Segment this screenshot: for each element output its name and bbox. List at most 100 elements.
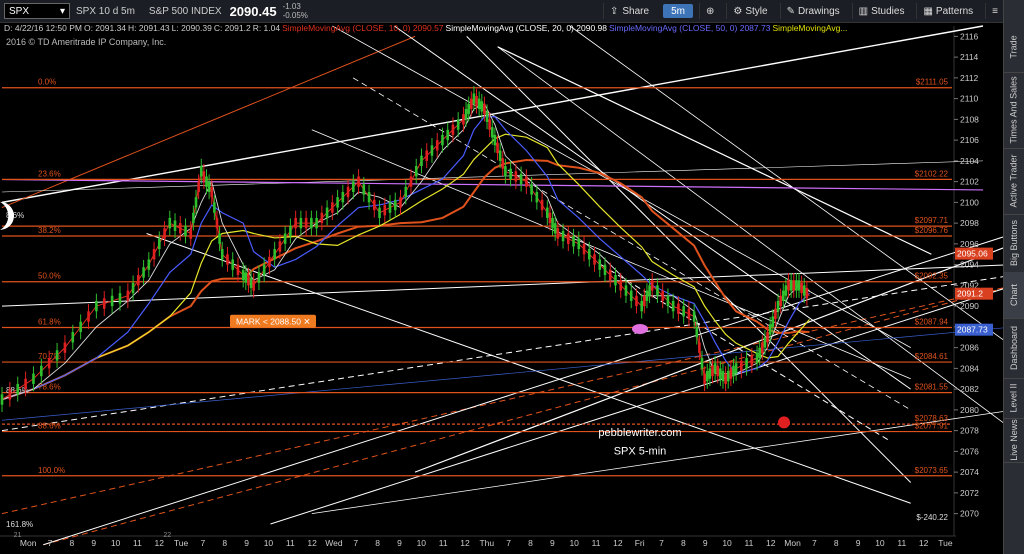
tab-level-ii[interactable]: Level II [1004, 378, 1024, 419]
x-tick-label: 9 [703, 538, 708, 548]
candle-body [310, 217, 313, 229]
share-button[interactable]: ⇪ Share [602, 3, 655, 19]
tab-dashboard[interactable]: Dashboard [1004, 318, 1024, 379]
candle-body [213, 202, 216, 213]
tab-chart[interactable]: Chart [1004, 272, 1024, 319]
candle-body [566, 233, 570, 244]
candle-body [548, 212, 552, 224]
patterns-button[interactable]: ▦ Patterns [916, 3, 979, 19]
tab-live-news[interactable]: Live News [1004, 418, 1024, 463]
candle-body [648, 285, 651, 296]
drawings-label: Drawings [797, 5, 840, 17]
candle-body [55, 350, 59, 361]
candle-body [388, 202, 392, 213]
timeframe-button[interactable]: 5m [663, 4, 693, 18]
x-tick-label: 9 [91, 538, 96, 548]
candle-body [137, 275, 140, 286]
studies-button[interactable]: ▥ Studies [851, 3, 911, 19]
fib-level-label: 38.2% [38, 226, 61, 235]
studies-icon: ▥ [858, 5, 869, 17]
x-tick-label: 7 [659, 538, 664, 548]
candle-body [425, 150, 429, 161]
candle-body [661, 290, 664, 301]
candle-body [189, 228, 193, 239]
candle-body [47, 358, 51, 369]
last-price: 2090.45 [229, 3, 277, 19]
style-button[interactable]: ⚙ Style [726, 3, 773, 19]
toolbar: SPX ▾ SPX 10 d 5m S&P 500 INDEX 2090.45 … [0, 0, 1004, 23]
candle-body [750, 355, 754, 366]
candle-body [147, 259, 151, 270]
symbol-selector[interactable]: SPX ▾ [4, 3, 70, 19]
candle-body [430, 145, 434, 156]
candle-body [795, 280, 798, 291]
x-tick-label: 11 [592, 538, 601, 548]
chevron-down-icon: ▾ [59, 5, 65, 17]
x-tick-label: 7 [48, 538, 53, 548]
candle-body [464, 109, 468, 120]
fib-level-label: 88.6% [38, 422, 61, 431]
candle-body [131, 282, 135, 294]
candle-body [553, 223, 557, 234]
x-tick-label: 9 [397, 538, 402, 548]
candle-body [40, 365, 43, 377]
candle-body [252, 280, 255, 291]
candle-body [331, 202, 334, 213]
candle-body [435, 140, 439, 151]
ohlc-close: C: 2091.2 [213, 23, 251, 33]
candle-body [202, 171, 206, 182]
zoom-icon[interactable]: ⊕ [698, 3, 720, 19]
candle-body [797, 280, 801, 291]
candle-body [755, 352, 759, 364]
y-tick-label: 2104 [960, 156, 979, 166]
candle-body [501, 158, 505, 169]
x-tick-label: Wed [325, 538, 343, 548]
candle-body [414, 166, 418, 177]
candle-body [488, 119, 491, 130]
candle-body [63, 342, 67, 353]
candle-body [498, 150, 502, 161]
candle-body [8, 389, 12, 400]
x-tick-label: 11 [897, 538, 906, 548]
candle-body [236, 264, 240, 275]
candle-body [519, 173, 523, 185]
menu-icon[interactable]: ≡ [985, 3, 1004, 19]
x-tick-label: 9 [856, 538, 861, 548]
x-top-label: 22 [163, 532, 171, 539]
bottom-right-label: $-240.22 [916, 513, 948, 522]
candle-body [207, 181, 211, 192]
study-sma10: SimpleMovingAvg (CLOSE, 10, 0) 2090.57 [282, 23, 444, 33]
chart-area[interactable]: 0.0% $2111.05 23.6% $2102.22 $2097.71 38.2% $2… [0, 23, 1004, 554]
chart-period: SPX 10 d 5m [76, 5, 135, 17]
candle-body [299, 217, 303, 229]
fib-level-label: 0.0% [38, 78, 56, 87]
y-tick-label: 2084 [960, 363, 979, 373]
tab-times-and-sales[interactable]: Times And Sales [1004, 72, 1024, 149]
tab-trade[interactable]: Trade [1004, 22, 1024, 73]
tab-big-buttons[interactable]: Big Buttons [1004, 214, 1024, 273]
right-sidebar: Trade Times And Sales Active Trader Big … [1003, 0, 1024, 554]
tab-active-trader[interactable]: Active Trader [1004, 148, 1024, 215]
candle-body [740, 360, 743, 371]
marker-ellipse [632, 323, 648, 334]
candle-body [367, 192, 371, 203]
candle-body [496, 142, 499, 154]
x-tick-label: 8 [375, 538, 380, 548]
candle-body [745, 358, 748, 369]
x-tick-label: 12 [307, 538, 317, 548]
x-tick-label: 10 [264, 538, 274, 548]
price-chart[interactable]: 0.0% $2111.05 23.6% $2102.22 $2097.71 38.2% $2… [0, 23, 1004, 554]
candle-body [446, 129, 449, 141]
candle-body [163, 228, 166, 239]
x-tick-label: 8 [681, 538, 686, 548]
candle-body [110, 295, 114, 307]
candle-body [546, 207, 549, 218]
price-marker-label: 2095.06 [957, 249, 988, 259]
x-tick-label: Mon [20, 538, 37, 548]
candle-body [362, 184, 366, 195]
fib-left-label: 161.8% [6, 520, 33, 529]
candle-body [79, 321, 82, 333]
drawings-button[interactable]: ✎ Drawings [779, 3, 846, 19]
y-tick-label: 2076 [960, 446, 979, 456]
candle-body [705, 370, 709, 382]
